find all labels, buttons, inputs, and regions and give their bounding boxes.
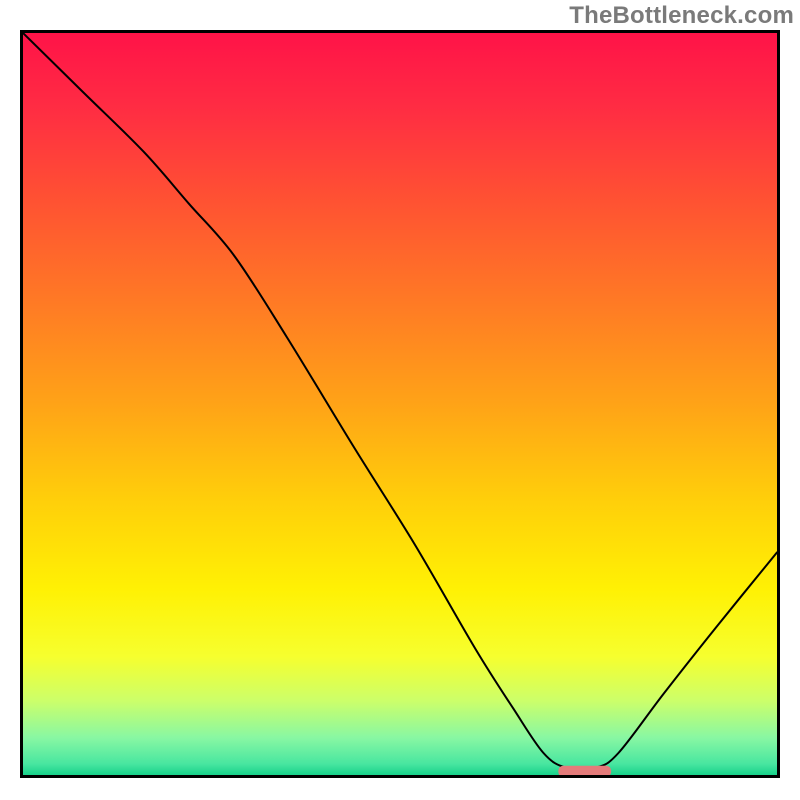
chart-svg	[20, 30, 780, 778]
chart-stage: TheBottleneck.com	[0, 0, 800, 800]
plot-area	[20, 30, 780, 778]
watermark-text: TheBottleneck.com	[569, 2, 794, 30]
